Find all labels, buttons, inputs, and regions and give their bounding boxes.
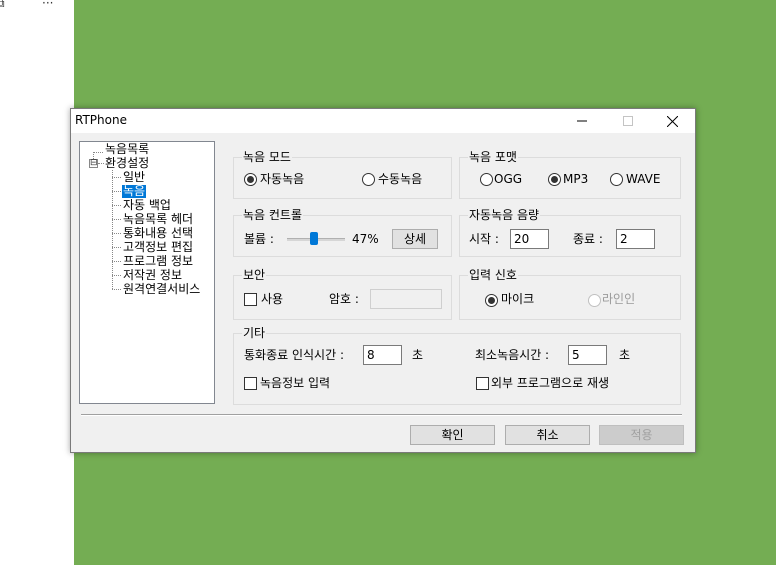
tree-item-copyright[interactable]: 저작권 정보 xyxy=(122,269,183,282)
tree-item-record-list-header[interactable]: 녹음목록 헤더 xyxy=(122,213,194,226)
input-mic-label[interactable]: 마이크 xyxy=(501,292,534,306)
record-format-title: 녹음 포맷 xyxy=(468,150,518,164)
record-mode-auto-label[interactable]: 자동녹음 xyxy=(260,172,304,186)
input-line-radio xyxy=(588,294,601,307)
min-record-time-label: 최소녹음시간 : xyxy=(475,348,550,362)
record-mode-manual-label[interactable]: 수동녹음 xyxy=(378,172,422,186)
external-play-label[interactable]: 외부 프로그램으로 재생 xyxy=(491,376,609,390)
format-wave-label[interactable]: WAVE xyxy=(626,172,660,186)
tree-connector xyxy=(112,247,121,248)
password-input xyxy=(370,289,442,309)
cancel-button[interactable]: 취소 xyxy=(505,425,590,445)
tree-connector xyxy=(112,233,121,234)
ellipsis-icon[interactable]: ··· xyxy=(42,0,53,10)
rtphone-settings-window: RTPhone ⊟ 녹음목록 환경설정 일반 녹음 자동 백업 녹음목록 헤더 … xyxy=(70,108,696,453)
etc-title: 기타 xyxy=(242,326,267,340)
format-mp3-radio[interactable] xyxy=(548,173,561,186)
tree-connector xyxy=(112,261,121,262)
hangup-time-input[interactable]: 8 xyxy=(363,345,402,365)
input-mic-radio[interactable] xyxy=(485,294,498,307)
volume-label: 볼륨 : xyxy=(244,232,274,246)
format-wave-radio[interactable] xyxy=(610,173,623,186)
hangup-time-label: 통화종료 인식시간 : xyxy=(244,348,344,362)
format-mp3-label[interactable]: MP3 xyxy=(563,172,588,186)
tree-connector xyxy=(112,191,121,192)
auto-record-volume-group: 자동녹음 음량 시작 : 20 종료 : 2 xyxy=(459,208,681,257)
collapse-icon[interactable]: ⊟ xyxy=(89,159,98,168)
security-title: 보안 xyxy=(242,268,267,282)
tree-item-program-info[interactable]: 프로그램 정보 xyxy=(122,255,194,268)
security-use-label[interactable]: 사용 xyxy=(261,292,283,306)
bottom-separator xyxy=(81,414,682,416)
tree-connector xyxy=(112,219,121,220)
title-bar[interactable]: RTPhone xyxy=(71,109,695,133)
minimize-button[interactable] xyxy=(559,109,605,133)
volume-value: 47% xyxy=(352,232,379,246)
record-mode-manual-radio[interactable] xyxy=(362,173,375,186)
end-label: 종료 : xyxy=(573,232,603,246)
settings-tree[interactable]: ⊟ 녹음목록 환경설정 일반 녹음 자동 백업 녹음목록 헤더 통화내용 선택 … xyxy=(79,141,215,404)
record-control-title: 녹음 컨트롤 xyxy=(242,208,304,222)
input-line-label: 라인인 xyxy=(602,292,636,306)
record-mode-group: 녹음 모드 자동녹음 수동녹음 xyxy=(233,150,452,199)
start-label: 시작 : xyxy=(469,232,499,246)
close-button[interactable] xyxy=(649,109,695,133)
tree-item-auto-backup[interactable]: 자동 백업 xyxy=(122,199,172,212)
min-record-time-input[interactable]: 5 xyxy=(568,345,607,365)
end-input[interactable]: 2 xyxy=(616,229,655,249)
security-use-checkbox[interactable] xyxy=(244,293,257,306)
tree-connector xyxy=(112,170,113,289)
start-input[interactable]: 20 xyxy=(510,229,549,249)
min-record-time-unit: 초 xyxy=(619,348,631,362)
maximize-button xyxy=(605,109,651,133)
window-icon[interactable]: ⧉ xyxy=(0,0,5,11)
minimize-icon xyxy=(577,120,587,122)
window-title: RTPhone xyxy=(75,113,127,127)
tree-connector xyxy=(93,152,103,153)
background-window-strip: ⧉ ··· xyxy=(0,0,74,565)
close-icon xyxy=(666,115,678,127)
record-mode-auto-radio[interactable] xyxy=(244,173,257,186)
format-ogg-radio[interactable] xyxy=(480,173,493,186)
tree-item-customer-info[interactable]: 고객정보 편집 xyxy=(122,241,194,254)
etc-group: 기타 통화종료 인식시간 : 8 초 최소녹음시간 : 5 초 녹음정보 입력 … xyxy=(233,326,681,405)
tree-item-remote-service[interactable]: 원격연결서비스 xyxy=(122,283,201,296)
tree-item-record-list[interactable]: 녹음목록 xyxy=(104,143,150,156)
tree-connector xyxy=(112,275,121,276)
input-signal-title: 입력 신호 xyxy=(468,268,518,282)
volume-slider-thumb[interactable] xyxy=(310,232,319,245)
input-signal-group: 입력 신호 마이크 라인인 xyxy=(459,268,681,320)
security-group: 보안 사용 암호 : xyxy=(233,268,452,320)
password-label: 암호 : xyxy=(329,292,359,306)
tree-connector xyxy=(112,177,121,178)
tree-item-general[interactable]: 일반 xyxy=(122,171,146,184)
tree-item-recording[interactable]: 녹음 xyxy=(122,185,147,198)
ok-button[interactable]: 확인 xyxy=(410,425,495,445)
record-control-group: 녹음 컨트롤 볼륨 : 47% 상세 xyxy=(233,208,452,257)
tree-connector xyxy=(112,205,121,206)
tree-item-settings[interactable]: 환경설정 xyxy=(104,157,150,170)
record-mode-title: 녹음 모드 xyxy=(242,150,292,164)
hangup-time-unit: 초 xyxy=(412,348,424,362)
tree-item-call-content[interactable]: 통화내용 선택 xyxy=(122,227,194,240)
record-info-checkbox[interactable] xyxy=(244,377,257,390)
detail-button[interactable]: 상세 xyxy=(392,229,438,249)
external-play-checkbox[interactable] xyxy=(476,377,489,390)
apply-button: 적용 xyxy=(599,425,684,445)
tree-connector xyxy=(112,289,121,290)
maximize-icon xyxy=(623,116,633,126)
format-ogg-label[interactable]: OGG xyxy=(494,172,522,186)
record-info-label[interactable]: 녹음정보 입력 xyxy=(260,376,330,390)
auto-record-volume-title: 자동녹음 음량 xyxy=(468,208,541,222)
record-format-group: 녹음 포맷 OGG MP3 WAVE xyxy=(459,150,681,199)
